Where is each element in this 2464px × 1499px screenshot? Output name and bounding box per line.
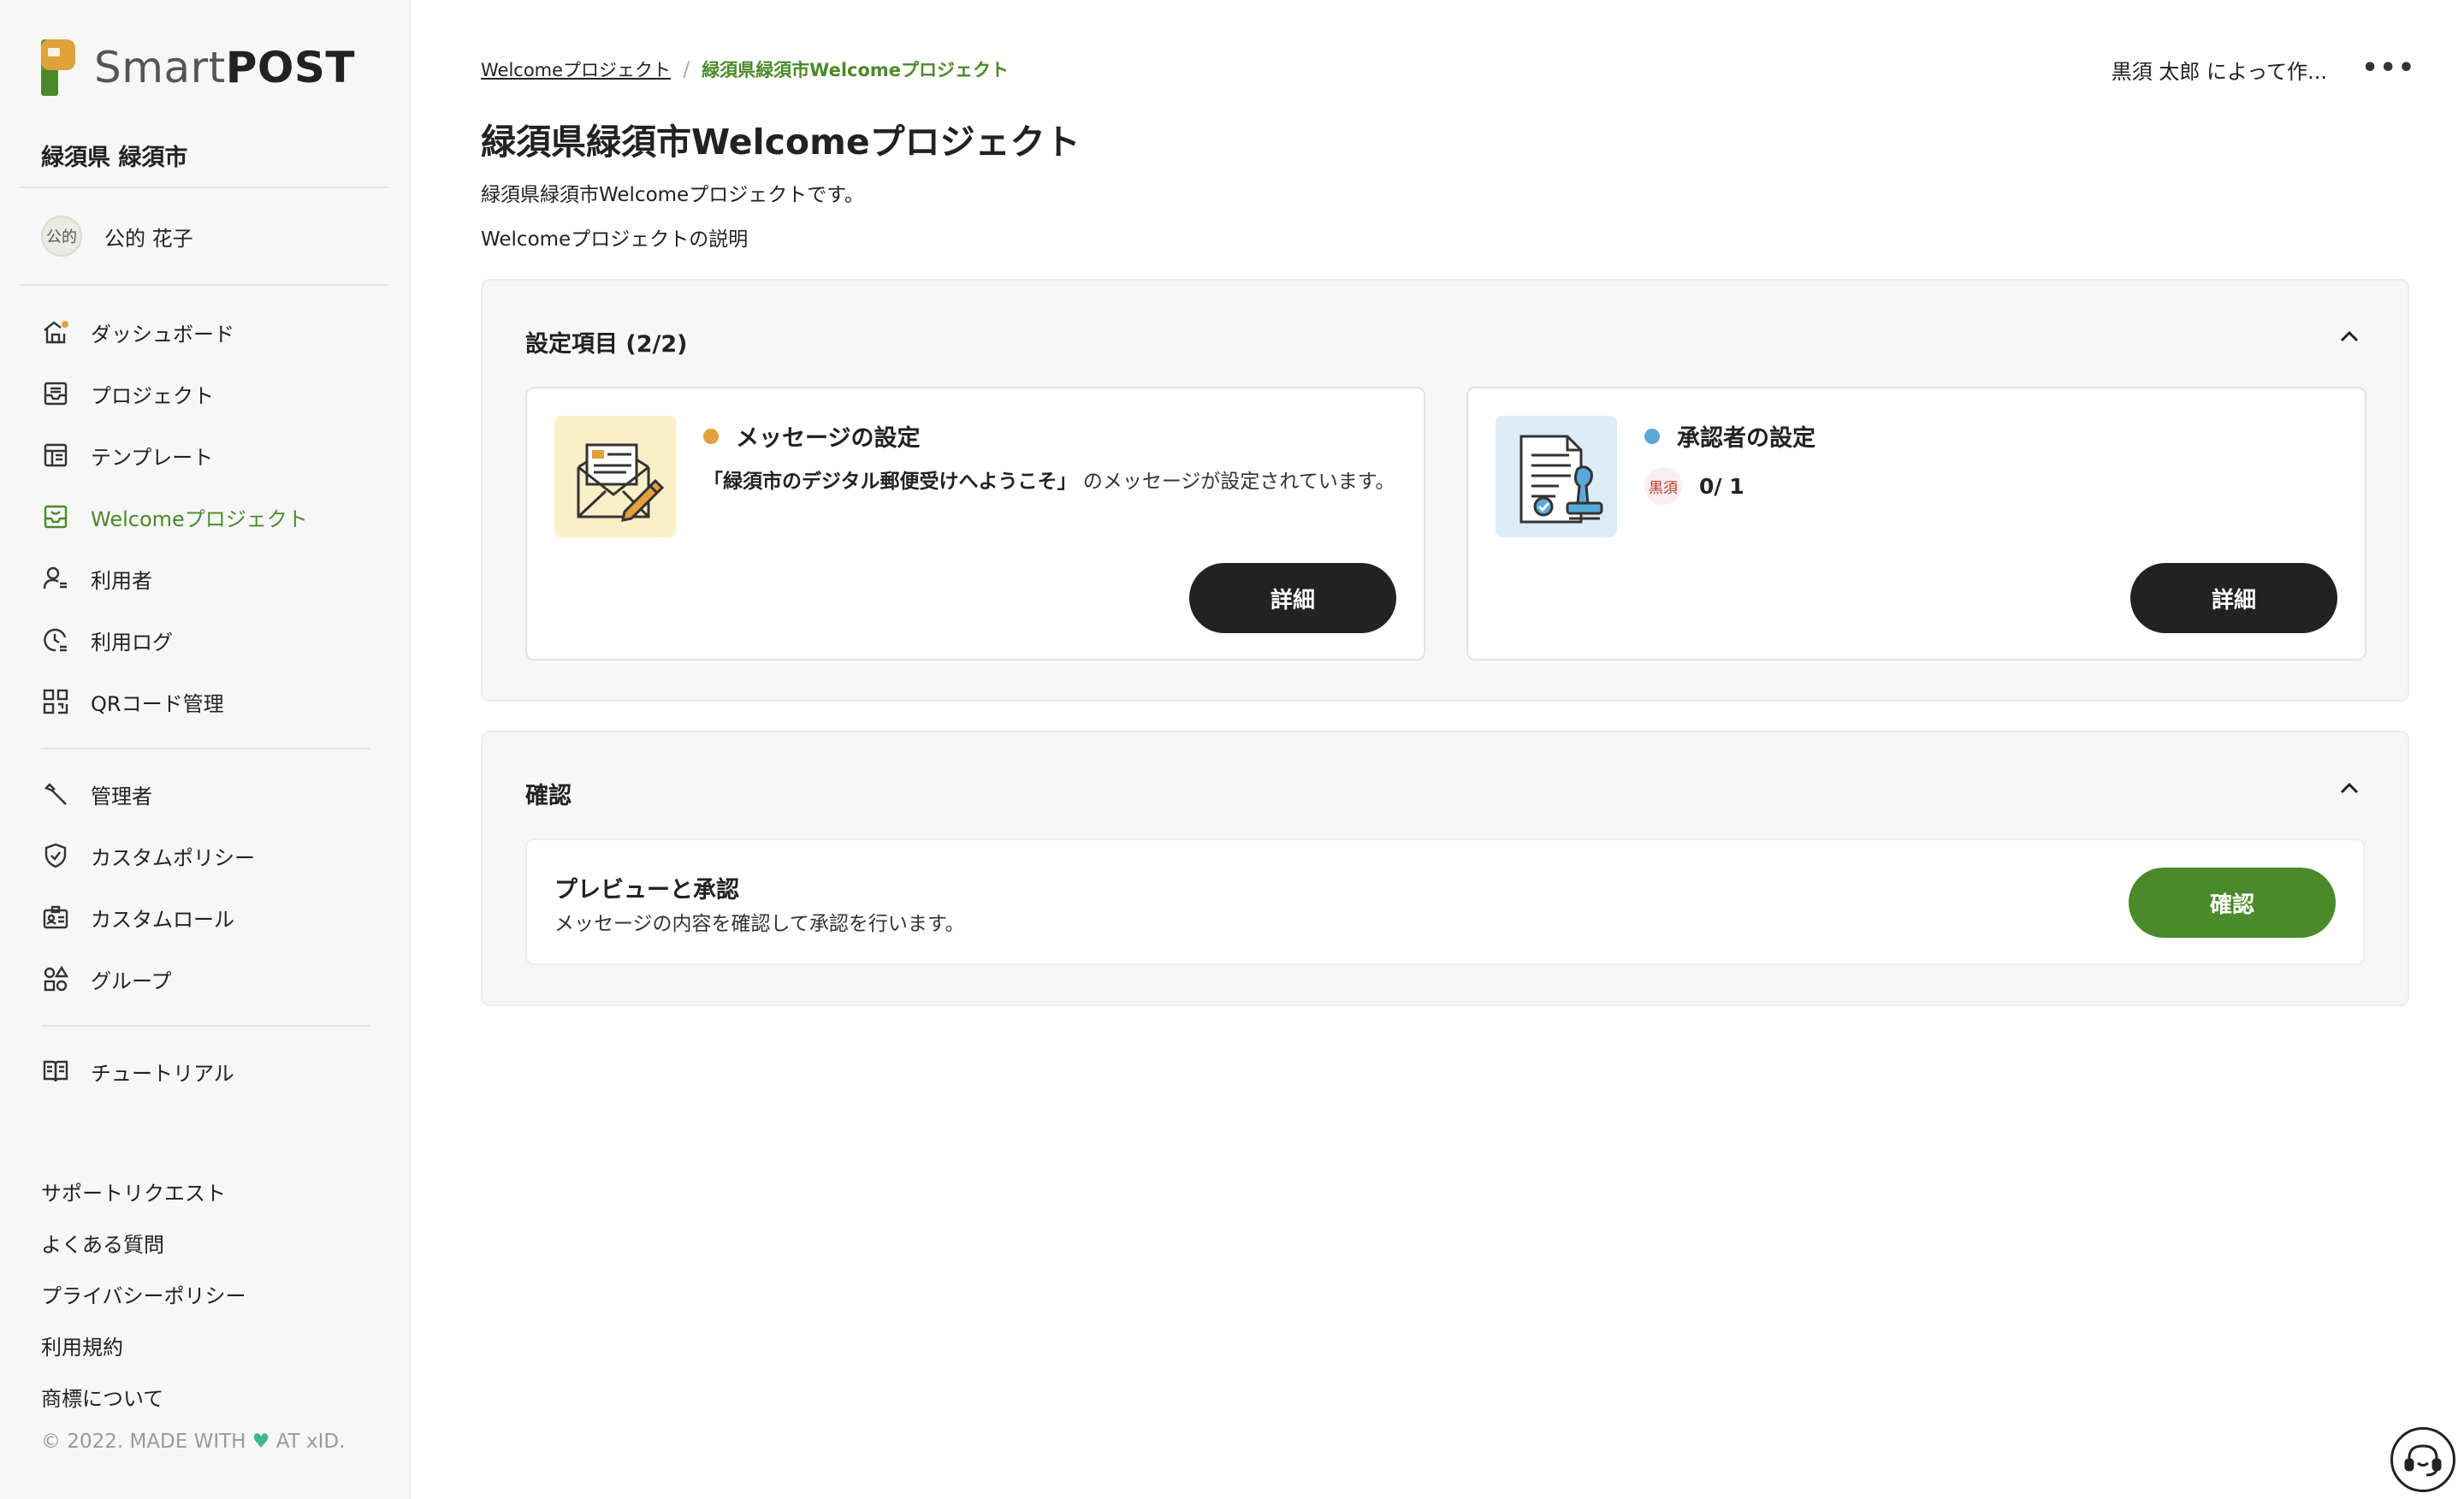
logo-text: SmartPOST [94, 43, 356, 92]
divider [21, 284, 388, 286]
sidebar-item-projects[interactable]: プロジェクト [41, 363, 383, 424]
heart-icon: ♥ [252, 1431, 270, 1453]
chevron-up-icon[interactable] [2337, 325, 2361, 349]
welcome-inbox-icon [41, 502, 70, 531]
copyright: © 2022. MADE WITH ♥ AT xID. [41, 1431, 346, 1453]
shield-icon [41, 841, 70, 870]
message-settings-body: 「緑須市のデジタル郵便受けへようこそ」 のメッセージが設定されています。 [703, 471, 1395, 493]
sidebar-item-welcome-project[interactable]: Welcomeプロジェクト [41, 486, 383, 548]
status-dot [1644, 428, 1660, 444]
more-options-button[interactable]: ••• [2361, 53, 2416, 83]
sidebar-item-dashboard[interactable]: ダッシュボード [41, 301, 383, 363]
sidebar-item-groups[interactable]: グループ [41, 948, 383, 1010]
sidebar-item-custom-role[interactable]: カスタムロール [41, 886, 383, 948]
approver-progress: 黒須 0/ 1 [1644, 467, 1744, 505]
headset-icon [2404, 1444, 2442, 1477]
breadcrumb-current: 緑須県緑須市Welcomeプロジェクト [702, 60, 1010, 80]
nav-admin: 管理者 カスタムポリシー カスタムロール グループ [41, 763, 383, 1010]
page-description: 緑須県緑須市Welcomeプロジェクトです。 [481, 184, 864, 206]
sidebar-item-tutorial[interactable]: チュートリアル [41, 1040, 383, 1102]
message-detail-button[interactable]: 詳細 [1189, 563, 1396, 633]
qr-icon [41, 687, 70, 716]
sidebar-item-label: プロジェクト [91, 383, 214, 408]
inbox-icon [41, 379, 70, 408]
sidebar-item-usage-log[interactable]: 利用ログ [41, 609, 383, 671]
sidebar-item-label: カスタムポリシー [91, 845, 255, 870]
sidebar-item-label: グループ [91, 969, 172, 993]
approver-settings-title: 承認者の設定 [1644, 419, 1815, 453]
org-name: 緑須県 緑須市 [41, 145, 188, 171]
footer-links: サポートリクエスト よくある質問 プライバシーポリシー 利用規約 商標について [41, 1165, 246, 1422]
wrench-icon [41, 779, 70, 809]
preview-approve-card: プレビューと承認 メッセージの内容を確認して承認を行います。 確認 [525, 838, 2365, 965]
shapes-icon [41, 964, 70, 993]
preview-approve-description: メッセージの内容を確認して承認を行います。 [554, 913, 965, 935]
logo-mark-icon [41, 39, 75, 96]
breadcrumb-parent[interactable]: Welcomeプロジェクト [481, 56, 671, 82]
user-name: 公的 花子 [104, 226, 193, 251]
approver-detail-button[interactable]: 詳細 [2130, 563, 2337, 633]
support-chat-button[interactable] [2390, 1427, 2455, 1492]
created-by: 黒須 太郎 によって作... [2111, 60, 2327, 84]
sidebar: SmartPOST 緑須県 緑須市 公的 公的 花子 ダッシュボード プロジェク… [0, 0, 411, 1499]
nav-main: ダッシュボード プロジェクト テンプレート Welcomeプロジェクト 利用者 [41, 301, 383, 732]
user-profile[interactable]: 公的 公的 花子 [41, 216, 193, 257]
link-trademarks[interactable]: 商標について [41, 1371, 246, 1422]
settings-panel: 設定項目 (2/2) メッセージの設定 「緑須市のデジタル郵便受けへようこそ」 … [481, 279, 2409, 702]
users-icon [41, 564, 70, 593]
sidebar-item-label: QRコード管理 [91, 691, 224, 716]
breadcrumb-separator: / [683, 57, 690, 81]
smartpost-logo[interactable]: SmartPOST [41, 39, 355, 96]
page-description-secondary: Welcomeプロジェクトの説明 [481, 228, 749, 251]
document-stamp-icon [1496, 416, 1617, 537]
approver-settings-card: 承認者の設定 黒須 0/ 1 詳細 [1466, 387, 2366, 661]
sidebar-item-qr-management[interactable]: QRコード管理 [41, 671, 383, 732]
sidebar-item-label: ダッシュボード [91, 322, 234, 347]
link-faq[interactable]: よくある質問 [41, 1217, 246, 1268]
message-settings-title: メッセージの設定 [703, 419, 920, 453]
sidebar-item-templates[interactable]: テンプレート [41, 424, 383, 486]
sidebar-item-label: 利用者 [91, 568, 152, 593]
link-support-request[interactable]: サポートリクエスト [41, 1165, 246, 1217]
divider [21, 187, 388, 188]
sidebar-item-users[interactable]: 利用者 [41, 548, 383, 609]
clock-log-icon [41, 625, 70, 655]
sidebar-item-custom-policy[interactable]: カスタムポリシー [41, 825, 383, 886]
divider [41, 1025, 370, 1027]
message-settings-card: メッセージの設定 「緑須市のデジタル郵便受けへようこそ」 のメッセージが設定され… [525, 387, 1425, 661]
preview-approve-title: プレビューと承認 [554, 877, 739, 904]
settings-title: 設定項目 (2/2) [525, 331, 688, 358]
confirm-title: 確認 [525, 783, 572, 809]
link-privacy-policy[interactable]: プライバシーポリシー [41, 1268, 246, 1319]
book-icon [41, 1057, 70, 1086]
confirm-button[interactable]: 確認 [2129, 868, 2336, 938]
id-card-icon [41, 903, 70, 932]
sidebar-item-label: チュートリアル [91, 1061, 234, 1086]
sidebar-item-label: 管理者 [91, 784, 152, 809]
template-icon [41, 441, 70, 470]
envelope-pencil-icon [554, 416, 676, 537]
chevron-up-icon[interactable] [2337, 777, 2361, 801]
page-title: 緑須県緑須市Welcomeプロジェクト [481, 121, 1081, 163]
sidebar-item-label: Welcomeプロジェクト [91, 507, 308, 531]
sidebar-item-label: テンプレート [91, 445, 214, 470]
status-dot [703, 428, 719, 444]
link-terms[interactable]: 利用規約 [41, 1319, 246, 1371]
sidebar-item-label: カスタムロール [91, 907, 234, 932]
sidebar-item-label: 利用ログ [91, 630, 173, 655]
home-icon [41, 317, 70, 347]
confirm-panel: 確認 プレビューと承認 メッセージの内容を確認して承認を行います。 確認 [481, 731, 2409, 1006]
avatar: 公的 [41, 216, 82, 257]
approver-count: 0/ 1 [1699, 473, 1744, 499]
divider [41, 748, 370, 750]
nav-help: チュートリアル [41, 1040, 383, 1102]
approver-stamp: 黒須 [1644, 467, 1682, 505]
breadcrumb: Welcomeプロジェクト / 緑須県緑須市Welcomeプロジェクト [481, 56, 1009, 82]
sidebar-item-admins[interactable]: 管理者 [41, 763, 383, 825]
